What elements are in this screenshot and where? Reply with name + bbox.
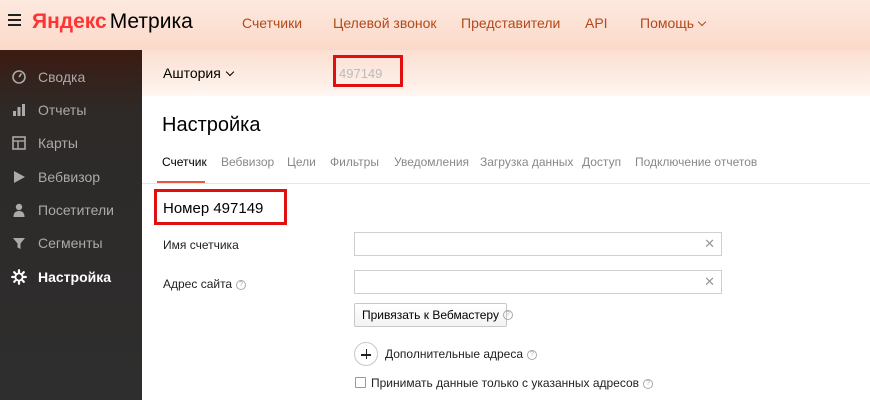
link-webmaster-button[interactable]: Привязать к Вебмастеру — [354, 303, 507, 327]
page-title: Настройка — [162, 114, 261, 136]
bar-chart-icon — [13, 104, 25, 116]
site-address-label: Адрес сайта? — [163, 277, 247, 291]
counter-selector[interactable]: Аштория — [163, 65, 235, 81]
nav-representatives[interactable]: Представители — [461, 15, 560, 31]
sidebar: Сводка Отчеты Карты Вебвизор Посетители … — [0, 50, 142, 400]
logo-product: Метрика — [109, 10, 193, 33]
tab-data-upload[interactable]: Загрузка данных — [480, 155, 573, 169]
additional-addresses[interactable]: Дополнительные адреса? — [385, 347, 538, 361]
logo-brand: Яндекс — [32, 10, 107, 33]
tab-goals[interactable]: Цели — [287, 155, 316, 169]
clear-icon[interactable]: ✕ — [704, 237, 715, 251]
counter-name: Аштория — [163, 65, 221, 81]
help-icon[interactable]: ? — [643, 378, 654, 389]
highlight-box — [154, 189, 287, 225]
counter-name-input[interactable]: ✕ — [354, 232, 722, 256]
nav-api[interactable]: API — [585, 15, 608, 31]
sidebar-item-label: Сводка — [38, 69, 86, 85]
add-address-button[interactable] — [354, 342, 378, 366]
sidebar-item-label: Карты — [38, 135, 78, 151]
top-header: Яндекс Метрика Счетчики Целевой звонок Пр… — [0, 0, 870, 50]
logo[interactable]: Яндекс Метрика — [32, 10, 193, 34]
chevron-down-icon — [225, 67, 235, 77]
help-icon[interactable]: ? — [527, 349, 538, 360]
nav-counters[interactable]: Счетчики — [242, 15, 302, 31]
highlight-box — [333, 55, 403, 87]
chevron-down-icon — [697, 17, 707, 27]
sidebar-item-settings[interactable]: Настройка — [0, 262, 142, 292]
tab-filters[interactable]: Фильтры — [330, 155, 379, 169]
sidebar-item-label: Посетители — [38, 202, 114, 218]
only-specified-label-text: Принимать данные только с указанных адре… — [371, 376, 640, 390]
sidebar-item-visitors[interactable]: Посетители — [0, 195, 142, 225]
filter-icon — [13, 238, 25, 249]
gauge-icon — [12, 70, 26, 84]
nav-help[interactable]: Помощь — [640, 15, 707, 31]
sidebar-item-label: Вебвизор — [38, 169, 101, 185]
sidebar-item-webvisor[interactable]: Вебвизор — [0, 162, 142, 192]
site-address-input[interactable]: ✕ — [354, 270, 722, 294]
sidebar-item-maps[interactable]: Карты — [0, 128, 142, 158]
only-specified-label[interactable]: Принимать данные только с указанных адре… — [371, 376, 654, 390]
tab-report-connection[interactable]: Подключение отчетов — [635, 155, 757, 169]
sidebar-item-label: Отчеты — [38, 102, 87, 118]
additional-addresses-label: Дополнительные адреса — [385, 347, 524, 361]
site-address-label-text: Адрес сайта — [163, 277, 233, 291]
sidebar-item-label: Настройка — [38, 269, 112, 285]
tabs-divider — [142, 183, 870, 184]
play-icon — [14, 171, 25, 183]
counter-bar: Аштория 497149 — [142, 50, 870, 96]
sidebar-item-summary[interactable]: Сводка — [0, 62, 142, 92]
person-icon — [13, 203, 25, 217]
tab-webvisor[interactable]: Вебвизор — [221, 155, 274, 169]
menu-icon[interactable] — [8, 14, 21, 26]
map-icon — [12, 136, 26, 150]
help-icon[interactable]: ? — [503, 310, 513, 320]
sidebar-item-reports[interactable]: Отчеты — [0, 95, 142, 125]
nav-target-call[interactable]: Целевой звонок — [333, 15, 437, 31]
sidebar-item-segments[interactable]: Сегменты — [0, 228, 142, 258]
clear-icon[interactable]: ✕ — [704, 275, 715, 289]
tab-notifications[interactable]: Уведомления — [394, 155, 469, 169]
nav-help-label: Помощь — [640, 15, 695, 31]
gear-icon — [11, 269, 27, 285]
tab-counter[interactable]: Счетчик — [162, 155, 207, 169]
help-icon[interactable]: ? — [236, 279, 247, 290]
tab-access[interactable]: Доступ — [582, 155, 621, 169]
counter-name-label: Имя счетчика — [163, 238, 239, 252]
sidebar-item-label: Сегменты — [38, 235, 103, 251]
only-specified-checkbox[interactable] — [355, 377, 366, 388]
